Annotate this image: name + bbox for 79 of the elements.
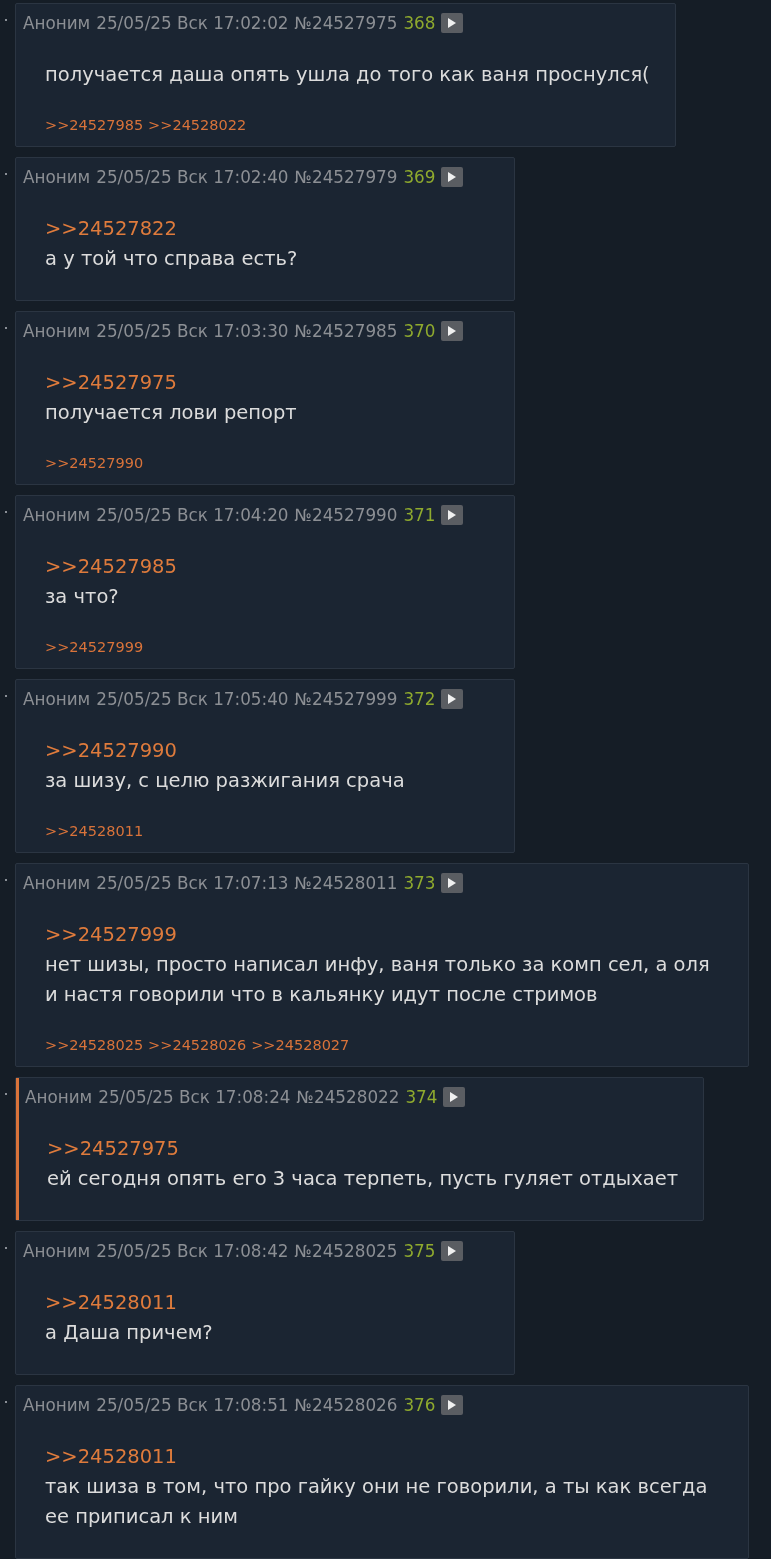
post-number-link[interactable]: №24527985	[294, 321, 398, 341]
reply-link[interactable]: >>24527985	[45, 115, 144, 135]
reply-link[interactable]: >>24527999	[45, 637, 144, 657]
expand-button[interactable]	[441, 689, 464, 709]
play-icon	[447, 509, 458, 521]
post-count: 376	[403, 1395, 436, 1415]
expand-button[interactable]	[441, 13, 464, 33]
post-count: 375	[403, 1241, 436, 1261]
post-count: 374	[405, 1087, 438, 1107]
post-date: 25/05/25 Вск 17:08:51	[96, 1395, 289, 1415]
post-text: а у той что справа есть?	[45, 246, 298, 272]
post-number-link[interactable]: №24528022	[296, 1087, 400, 1107]
play-icon	[447, 1245, 458, 1257]
play-icon	[447, 693, 458, 705]
post-text: ей сегодня опять его 3 часа терпеть, пусть гуляет отдыхает	[47, 1166, 679, 1192]
reply-link[interactable]: >>24528027	[251, 1035, 350, 1055]
post-number-link[interactable]: №24527990	[294, 505, 398, 525]
post-author: Аноним	[23, 505, 91, 525]
post-text: за шизу, с целю разжигания срача	[45, 768, 405, 794]
play-icon	[447, 325, 458, 337]
post-number-link[interactable]: №24528025	[294, 1241, 398, 1261]
quote-link[interactable]: >>24527999	[45, 920, 177, 950]
quote-link[interactable]: >>24527985	[45, 552, 177, 582]
play-icon	[447, 171, 458, 183]
post-count: 371	[403, 505, 436, 525]
play-icon	[447, 877, 458, 889]
post-count: 369	[403, 167, 436, 187]
post-date: 25/05/25 Вск 17:03:30	[96, 321, 289, 341]
expand-button[interactable]	[443, 1087, 466, 1107]
post-author: Аноним	[23, 873, 91, 893]
post-text: а Даша причем?	[45, 1320, 213, 1346]
post-number-link[interactable]: №24528011	[294, 873, 398, 893]
post-date: 25/05/25 Вск 17:07:13	[96, 873, 289, 893]
post-text: нет шизы, просто написал инфу, ваня только за комп сел, а оля и настя говорили что в кальянку идут после стримов	[45, 952, 711, 1008]
expand-button[interactable]	[441, 167, 464, 187]
post-date: 25/05/25 Вск 17:08:24	[98, 1087, 291, 1107]
post-count: 373	[403, 873, 436, 893]
quote-link[interactable]: >>24527822	[45, 214, 177, 244]
post-text: за что?	[45, 584, 119, 610]
reply-link[interactable]: >>24528011	[45, 821, 144, 841]
post-date: 25/05/25 Вск 17:02:40	[96, 167, 289, 187]
quote-link[interactable]: >>24527975	[45, 368, 177, 398]
expand-button[interactable]	[441, 505, 464, 525]
post-text: получается даша опять ушла до того как ваня проснулся(	[45, 62, 650, 88]
post-count: 368	[403, 13, 436, 33]
post-author: Аноним	[23, 1241, 91, 1261]
post-author: Аноним	[23, 689, 91, 709]
post-text: получается лови репорт	[45, 400, 297, 426]
quote-link[interactable]: >>24528011	[45, 1442, 177, 1472]
reply-link[interactable]: >>24528022	[148, 115, 247, 135]
play-icon	[449, 1091, 460, 1103]
post-number-link[interactable]: №24527999	[294, 689, 398, 709]
expand-button[interactable]	[441, 873, 464, 893]
expand-button[interactable]	[441, 1395, 464, 1415]
post-date: 25/05/25 Вск 17:04:20	[96, 505, 289, 525]
quote-link[interactable]: >>24527990	[45, 736, 177, 766]
reply-link[interactable]: >>24528026	[148, 1035, 247, 1055]
play-icon	[447, 17, 458, 29]
post-count: 370	[403, 321, 436, 341]
reply-link[interactable]: >>24527990	[45, 453, 144, 473]
post-number-link[interactable]: №24527975	[294, 13, 398, 33]
post-author: Аноним	[25, 1087, 93, 1107]
post-author: Аноним	[23, 167, 91, 187]
post-count: 372	[403, 689, 436, 709]
play-icon	[447, 1399, 458, 1411]
post-number-link[interactable]: №24528026	[294, 1395, 398, 1415]
post-author: Аноним	[23, 321, 91, 341]
quote-link[interactable]: >>24528011	[45, 1288, 177, 1318]
post-author: Аноним	[23, 13, 91, 33]
quote-link[interactable]: >>24527975	[47, 1134, 179, 1164]
expand-button[interactable]	[441, 321, 464, 341]
post-number-link[interactable]: №24527979	[294, 167, 398, 187]
post-author: Аноним	[23, 1395, 91, 1415]
post-date: 25/05/25 Вск 17:08:42	[96, 1241, 289, 1261]
post-date: 25/05/25 Вск 17:05:40	[96, 689, 289, 709]
expand-button[interactable]	[441, 1241, 464, 1261]
post-date: 25/05/25 Вск 17:02:02	[96, 13, 289, 33]
post-text: так шиза в том, что про гайку они не говорили, а ты как всегда ее приписал к ним	[45, 1474, 709, 1530]
reply-link[interactable]: >>24528025	[45, 1035, 144, 1055]
